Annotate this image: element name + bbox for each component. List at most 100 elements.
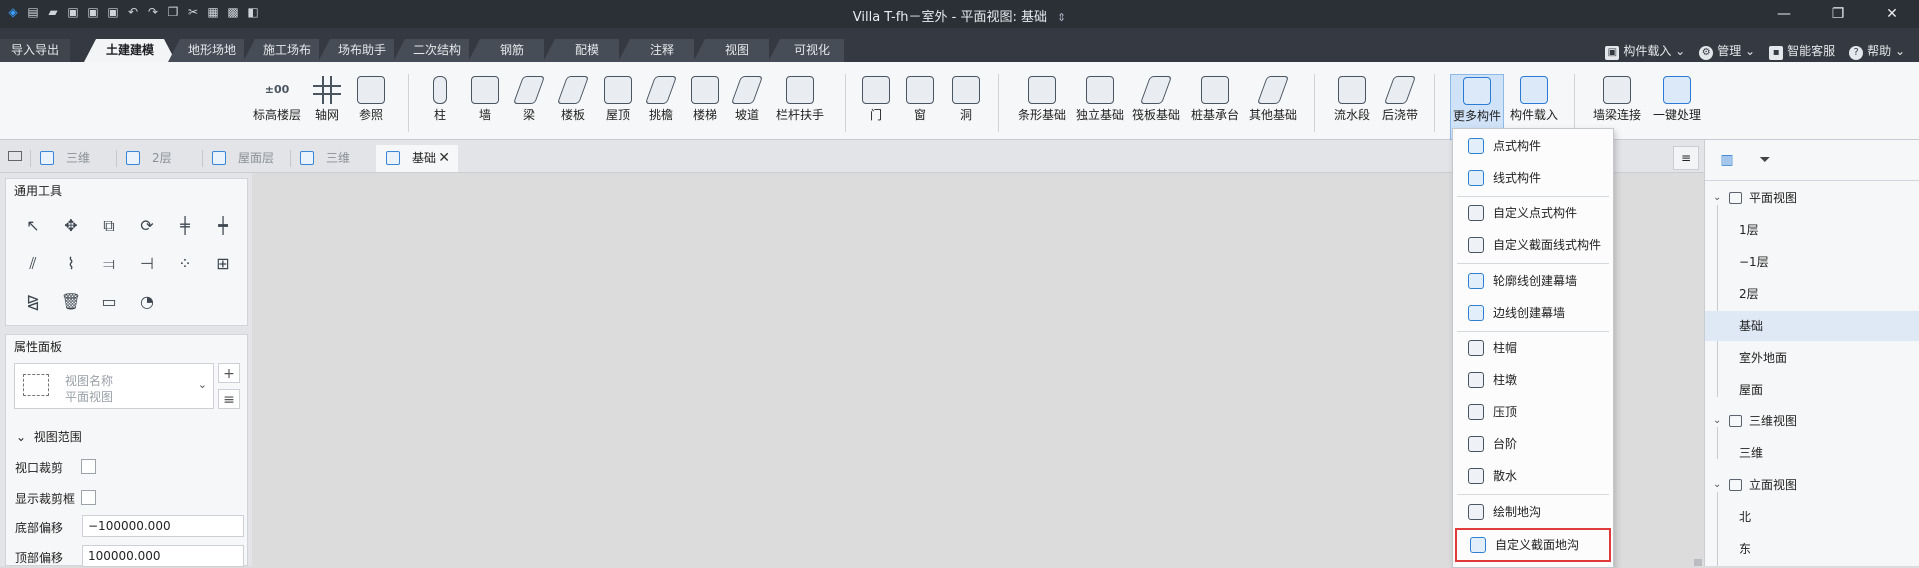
move-icon[interactable]: ✥ xyxy=(58,213,84,239)
menu-item-custom-section-trench[interactable]: 自定义截面地沟 xyxy=(1455,528,1611,562)
opening-button[interactable]: 洞 xyxy=(950,76,982,136)
view-tab-foundation[interactable]: 基础 ✕ xyxy=(376,145,458,172)
select-icon[interactable]: ↖ xyxy=(20,213,46,239)
measure-icon[interactable]: ▭ xyxy=(96,289,122,315)
tab-terrain[interactable]: 地形场地 xyxy=(168,39,244,62)
tree-node-3d[interactable]: 三维 xyxy=(1705,438,1919,468)
tree-node-outdoor-ground[interactable]: 室外地面 xyxy=(1705,343,1919,373)
align-icon[interactable]: ⫤ xyxy=(96,251,122,277)
rotate-icon[interactable]: ⟳ xyxy=(134,213,160,239)
wall-button[interactable]: 墙 xyxy=(468,76,502,136)
edit-type-button[interactable]: ≡ xyxy=(218,389,240,409)
tab-list-icon[interactable] xyxy=(8,151,22,161)
extend-icon[interactable]: ⊣ xyxy=(134,251,160,277)
tab-formwork[interactable]: 配模 xyxy=(543,39,619,62)
view-type-selector[interactable]: 视图名称 平面视图 ⌄ xyxy=(14,363,214,409)
menu-item-column-cap[interactable]: 柱帽 xyxy=(1453,334,1613,362)
slab-button[interactable]: 楼板 xyxy=(554,76,592,136)
trim-icon[interactable]: ╪ xyxy=(172,213,198,239)
menu-item-steps[interactable]: 台阶 xyxy=(1453,430,1613,458)
menu-item-custom-section-line-component[interactable]: 自定义截面线式构件 xyxy=(1453,231,1613,259)
view-range-section[interactable]: ⌄ 视图范围 xyxy=(16,428,82,445)
show-crop-box-checkbox[interactable] xyxy=(81,490,96,505)
wall-beam-connect-button[interactable]: 墙梁连接 xyxy=(1590,76,1644,136)
menu-item-point-component[interactable]: 点式构件 xyxy=(1453,132,1613,160)
array-icon[interactable]: ⁘ xyxy=(172,251,198,277)
axis-grid-button[interactable]: 轴网 xyxy=(310,76,344,136)
other-foundation-button[interactable]: 其他基础 xyxy=(1246,76,1300,136)
copy-tool-icon[interactable]: ⧉ xyxy=(96,213,122,239)
post-cast-strip-button[interactable]: 后浇带 xyxy=(1378,76,1422,136)
tab-site-assistant[interactable]: 场布助手 xyxy=(318,39,394,62)
menu-item-line-component[interactable]: 线式构件 xyxy=(1453,164,1613,192)
tree-node-foundation[interactable]: 基础 xyxy=(1705,311,1919,341)
view-tab-3d[interactable]: 三维 xyxy=(30,145,116,172)
tree-node-north[interactable]: 北 xyxy=(1705,502,1919,532)
one-key-process-button[interactable]: 一键处理 xyxy=(1650,76,1704,136)
smart-service-menu[interactable]: ▪ 智能客服 xyxy=(1769,42,1835,60)
close-button[interactable]: ✕ xyxy=(1865,0,1919,28)
help-menu[interactable]: ? 帮助 ⌄ xyxy=(1849,42,1905,60)
beam-button[interactable]: 梁 xyxy=(512,76,546,136)
tree-view-icon[interactable]: ▥ xyxy=(1717,150,1737,170)
pile-cap-button[interactable]: 桩基承台 xyxy=(1188,76,1242,136)
tree-node-elevation-views[interactable]: ⌄ 立面视图 xyxy=(1705,470,1919,500)
split-icon[interactable]: ┿ xyxy=(210,213,236,239)
offset-icon[interactable]: ⫽ xyxy=(20,251,46,277)
level-floor-button[interactable]: ±00 标高楼层 xyxy=(250,76,304,136)
title-chevron-icon[interactable]: ⇕ xyxy=(1057,11,1066,24)
menu-item-custom-point-component[interactable]: 自定义点式构件 xyxy=(1453,199,1613,227)
window-button[interactable]: 窗 xyxy=(904,76,936,136)
tab-view[interactable]: 视图 xyxy=(693,39,769,62)
component-load-button[interactable]: 构件载入 xyxy=(1508,76,1560,136)
stair-button[interactable]: 楼梯 xyxy=(687,76,723,136)
ramp-button[interactable]: 坡道 xyxy=(729,76,765,136)
viewport-crop-checkbox[interactable] xyxy=(81,459,96,474)
add-type-button[interactable]: + xyxy=(218,363,240,383)
stretch-icon[interactable]: ⌇ xyxy=(58,251,84,277)
menu-item-apron[interactable]: 散水 xyxy=(1453,462,1613,490)
tree-node-floor-2[interactable]: 2层 xyxy=(1705,279,1919,309)
view-tab-floor-2[interactable]: 2层 xyxy=(116,145,202,172)
close-tab-icon[interactable]: ✕ xyxy=(438,145,450,172)
view-tab-3d-2[interactable]: 三维 xyxy=(290,145,376,172)
tab-rebar[interactable]: 钢筋 xyxy=(468,39,544,62)
top-offset-input[interactable]: 100000.000 xyxy=(82,545,244,567)
grid-array-icon[interactable]: ⊞ xyxy=(210,251,236,277)
railing-button[interactable]: 栏杆扶手 xyxy=(772,76,828,136)
angle-icon[interactable]: ◔ xyxy=(134,289,160,315)
menu-item-coping[interactable]: 压顶 xyxy=(1453,398,1613,426)
tab-import-export[interactable]: 导入导出 xyxy=(0,39,70,62)
reference-button[interactable]: 参照 xyxy=(352,76,390,136)
canvas-scroll-handle[interactable] xyxy=(1694,559,1702,566)
tab-construction-site[interactable]: 施工场布 xyxy=(243,39,319,62)
tab-annotation[interactable]: 注释 xyxy=(618,39,694,62)
raft-foundation-button[interactable]: 筏板基础 xyxy=(1130,76,1182,136)
roof-button[interactable]: 屋顶 xyxy=(600,76,636,136)
tab-civil-modeling[interactable]: 土建建模 xyxy=(84,39,176,62)
menu-item-draw-trench[interactable]: 绘制地沟 xyxy=(1453,498,1613,526)
view-tab-roof-level[interactable]: 屋面层 xyxy=(202,145,290,172)
tree-node-floor-1[interactable]: 1层 xyxy=(1705,215,1919,245)
eave-button[interactable]: 挑檐 xyxy=(642,76,680,136)
component-load-menu[interactable]: ▣ 构件载入 ⌄ xyxy=(1605,42,1685,60)
tree-node-east[interactable]: 东 xyxy=(1705,534,1919,564)
tree-node-roof[interactable]: 屋面 xyxy=(1705,375,1919,405)
manage-menu[interactable]: ⚙ 管理 ⌄ xyxy=(1699,42,1755,60)
filter-icon[interactable]: ⏷ xyxy=(1755,150,1775,170)
strip-foundation-button[interactable]: 条形基础 xyxy=(1014,76,1070,136)
bottom-offset-input[interactable]: −100000.000 xyxy=(82,515,244,537)
tab-visualization[interactable]: 可视化 xyxy=(768,39,844,62)
door-button[interactable]: 门 xyxy=(860,76,892,136)
mirror-icon[interactable]: ⧎ xyxy=(20,289,46,315)
tab-secondary-structure[interactable]: 二次结构 xyxy=(393,39,469,62)
menu-item-contour-curtain-wall[interactable]: 轮廓线创建幕墙 xyxy=(1453,267,1613,295)
tree-node-floor-minus-1[interactable]: −1层 xyxy=(1705,247,1919,277)
isolated-foundation-button[interactable]: 独立基础 xyxy=(1074,76,1126,136)
maximize-button[interactable]: ❐ xyxy=(1811,0,1865,28)
column-button[interactable]: 柱 xyxy=(424,76,456,136)
tree-node-3d-views[interactable]: ⌄ 三维视图 xyxy=(1705,406,1919,436)
delete-icon[interactable]: 🗑 xyxy=(58,289,84,315)
menu-item-edge-curtain-wall[interactable]: 边线创建幕墙 xyxy=(1453,299,1613,327)
tree-node-floor-plans[interactable]: ⌄ 平面视图 xyxy=(1705,183,1919,213)
